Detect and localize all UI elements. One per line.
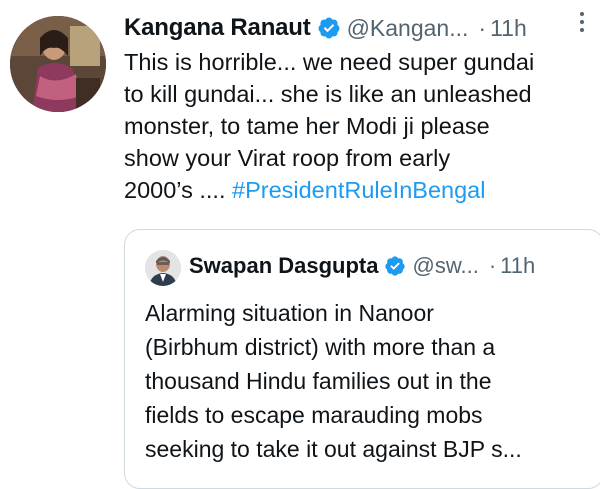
quoted-display-name[interactable]: Swapan Dasgupta [189,253,378,279]
quoted-timestamp[interactable]: 11h [500,253,535,279]
tweet[interactable]: Kangana Ranaut @Kangan... · 11h This is … [0,0,600,489]
display-name[interactable]: Kangana Ranaut [124,14,311,42]
timestamp[interactable]: 11h [490,15,527,42]
avatar-image [10,16,106,112]
quoted-tweet[interactable]: Swapan Dasgupta @sw... · 11h Alarming si… [124,229,600,489]
tweet-header: Kangana Ranaut @Kangan... · 11h [124,10,600,46]
quoted-text-line: Alarming situation in Nanoor [145,300,434,326]
verified-badge-icon [384,255,406,277]
quoted-text-line: (Birbhum district) with more than a [145,334,496,360]
separator-dot: · [478,14,487,41]
tweet-text-line: to kill gundai... she is like an unleash… [124,81,532,107]
separator-dot: · [488,253,497,278]
more-options-icon[interactable] [572,8,592,36]
tweet-text-line-last: 2000’s .... #PresidentRuleInBengal [124,174,594,206]
tweet-text-prefix: 2000’s .... [124,177,232,203]
quoted-handle[interactable]: @sw... [412,253,478,279]
quoted-text-line: thousand Hindu families out in the [145,368,492,394]
quoted-text-line: fields to escape marauding mobs [145,402,483,428]
tweet-text-line: monster, to tame her Modi ji please [124,113,490,139]
quoted-tweet-text: Alarming situation in Nanoor (Birbhum di… [145,296,585,466]
avatar[interactable] [10,16,106,112]
handle[interactable]: @Kangan... [347,15,469,42]
quoted-text-line: seeking to take it out against BJP s... [145,436,522,462]
tweet-text: This is horrible... we need super gundai… [124,46,594,206]
quoted-tweet-header: Swapan Dasgupta @sw... · 11h [189,248,535,284]
tweet-text-line: This is horrible... we need super gundai [124,49,535,75]
verified-badge-icon [317,16,341,40]
avatar[interactable] [145,250,181,286]
tweet-text-line: show your Virat roop from early [124,145,451,171]
hashtag-link[interactable]: #PresidentRuleInBengal [232,177,485,203]
quoted-avatar-image [145,250,181,286]
